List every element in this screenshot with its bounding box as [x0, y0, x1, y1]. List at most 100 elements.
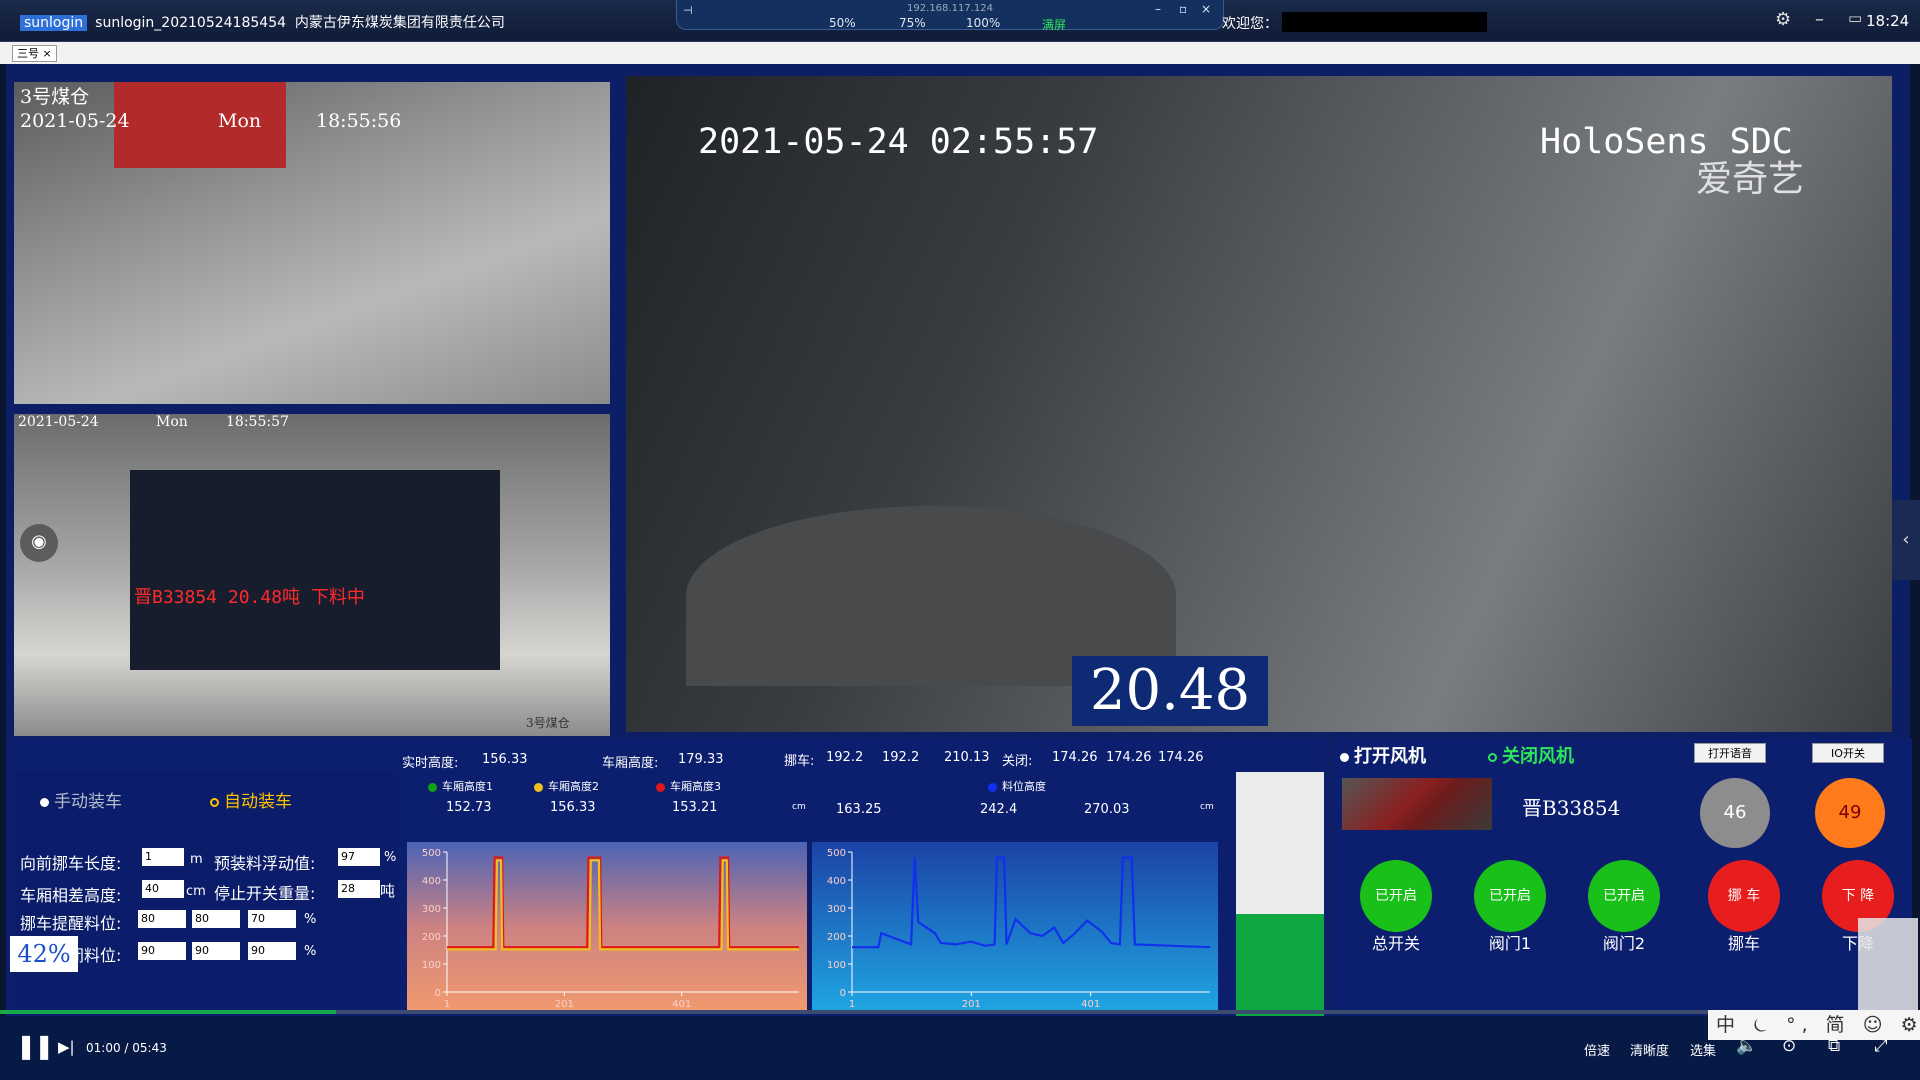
move-value-2: 192.2 — [882, 750, 920, 765]
camera-icon[interactable]: ◉ — [20, 524, 58, 562]
auto-mode-label: 自动装车 — [224, 792, 292, 812]
cam1-time: 18:55:56 — [316, 110, 402, 132]
unit-cm: cm — [186, 884, 206, 899]
camera-feed-1: 3号煤仓 2021-05-24 Mon 18:55:56 — [14, 82, 610, 404]
forward-move-input[interactable]: 1 — [142, 848, 184, 866]
move-alert-input-1[interactable]: 80 — [138, 910, 186, 928]
unit-percent: % — [304, 944, 317, 959]
legend-dot — [428, 782, 437, 792]
clock: 18:24 — [1866, 12, 1910, 30]
carriage-height-label: 车厢高度: — [602, 756, 659, 771]
fan-off-radio[interactable]: 关闭风机 — [1488, 742, 1574, 768]
legend-carriage-3-label: 车厢高度3 — [670, 780, 721, 793]
valve-close-input-2[interactable]: 90 — [192, 942, 240, 960]
y-tick-label: 500 — [422, 848, 441, 859]
move-value-3: 210.13 — [944, 750, 990, 765]
move-alert-input-3[interactable]: 70 — [248, 910, 296, 928]
float-value-label: 预装料浮动值: — [214, 854, 316, 873]
zoom-50[interactable]: 50% — [829, 16, 856, 30]
valve-close-input-3[interactable]: 90 — [248, 942, 296, 960]
valve-close-input-1[interactable]: 90 — [138, 942, 186, 960]
truck-thumbnail — [1342, 778, 1492, 830]
fan-on-label: 打开风机 — [1354, 746, 1426, 767]
material-1-value: 163.25 — [836, 802, 882, 817]
material-height-chart: 500 400 300 200 100 01 201 401 — [812, 842, 1218, 1012]
move-alert-label: 挪车提醒料位: — [20, 914, 122, 933]
valve-2-button[interactable]: 已开启 — [1588, 860, 1660, 932]
x-tick-label: 1 — [849, 999, 855, 1010]
window-title: sunlogin sunlogin_20210524185454 内蒙古伊东煤炭集… — [20, 12, 505, 32]
cam1-date: 2021-05-24 — [20, 110, 130, 132]
fan-off-label: 关闭风机 — [1502, 746, 1574, 767]
zoom-75[interactable]: 75% — [899, 16, 926, 30]
minimize-icon[interactable]: – — [1155, 2, 1161, 16]
cam3-datetime: 2021-05-24 02:55:57 — [698, 122, 1099, 162]
close-icon[interactable]: × — [1201, 2, 1211, 16]
main-switch-button[interactable]: 已开启 — [1360, 860, 1432, 932]
restore-icon[interactable]: ▫ — [1179, 2, 1187, 16]
weight-readout: 20.48 — [1072, 656, 1268, 726]
led-sign-text: 晋B33854 20.48吨 下料中 — [134, 587, 365, 608]
episodes-button[interactable]: 选集 — [1690, 1040, 1716, 1059]
manual-mode-label: 手动装车 — [54, 792, 122, 812]
voice-button[interactable]: 打开语音 — [1694, 743, 1766, 763]
move-alert-input-2[interactable]: 80 — [192, 910, 240, 928]
carriage-3-value: 153.21 — [672, 800, 718, 815]
move-truck-button[interactable]: 挪 车 — [1708, 860, 1780, 932]
x-tick-label: 201 — [555, 999, 574, 1010]
chart-background — [812, 842, 1218, 1012]
tab-3hao[interactable]: 三号 × — [12, 45, 57, 62]
level-indicator-2: 49 — [1815, 778, 1885, 848]
close-value-3: 174.26 — [1158, 750, 1204, 765]
cam2-corner-label: 3号煤仓 — [526, 716, 570, 730]
camera-feed-2: 晋B33854 20.48吨 下料中 2021-05-24 Mon 18:55:… — [14, 414, 610, 736]
zoom-100[interactable]: 100% — [966, 16, 1000, 30]
close-label: 关闭: — [1002, 754, 1033, 769]
radio-dot — [1340, 752, 1349, 762]
window-session-title: sunlogin_20210524185454 — [95, 15, 287, 31]
legend-carriage-1: 车厢高度1 — [428, 778, 493, 794]
camera-feed-3: 2021-05-24 02:55:57 HoloSens SDC 爱奇艺 — [626, 76, 1892, 732]
chart-background — [407, 842, 807, 1012]
stop-weight-input[interactable]: 28 — [338, 880, 380, 898]
close-icon[interactable]: × — [43, 47, 52, 60]
pause-icon[interactable]: ❚❚ — [16, 1032, 54, 1060]
y-tick-label: 300 — [827, 904, 846, 915]
radio-dot — [40, 798, 49, 807]
close-value-1: 174.26 — [1052, 750, 1098, 765]
chevron-left-icon[interactable]: ‹ — [1892, 500, 1920, 580]
fan-on-radio[interactable]: 打开风机 — [1340, 742, 1426, 768]
quality-button[interactable]: 清晰度 — [1630, 1040, 1669, 1059]
ime-toolbar[interactable]: 中 ⏾ °, 简 ☺ ⚙ — [1708, 1010, 1920, 1040]
legend-dot — [534, 782, 543, 792]
speed-button[interactable]: 倍速 — [1584, 1040, 1610, 1059]
iqiyi-watermark: 爱奇艺 — [1696, 159, 1805, 200]
realtime-height-label: 实时高度: — [402, 756, 459, 771]
next-icon[interactable]: ▶| — [58, 1038, 75, 1056]
progress-fill — [0, 1010, 336, 1014]
radio-dot — [210, 798, 219, 807]
valve-1-button[interactable]: 已开启 — [1474, 860, 1546, 932]
tab-bar: 三号 × — [0, 42, 1920, 64]
y-tick-label: 400 — [827, 876, 846, 887]
unit-ton: 吨 — [380, 882, 396, 900]
window-icon[interactable]: ▭ — [1848, 9, 1862, 27]
y-tick-label: 100 — [422, 960, 441, 971]
minimize-icon[interactable]: – — [1815, 9, 1824, 30]
y-tick-label: 500 — [827, 848, 846, 859]
manual-mode-radio[interactable]: 手动装车 — [40, 787, 122, 812]
app-name: sunlogin — [20, 15, 88, 31]
gear-icon[interactable]: ⚙ — [1775, 9, 1791, 30]
height-diff-input[interactable]: 40 — [142, 880, 184, 898]
remote-ip: 192.168.117.124 — [907, 3, 993, 14]
float-value-input[interactable]: 97 — [338, 848, 380, 866]
y-tick-label: 200 — [422, 932, 441, 943]
cam1-title: 3号煤仓 — [20, 86, 90, 108]
io-switch-button[interactable]: IO开关 — [1812, 743, 1884, 763]
pin-icon[interactable]: ⊣ — [683, 4, 693, 17]
zoom-full[interactable]: 满屏 — [1042, 16, 1066, 33]
legend-carriage-3: 车厢高度3 — [656, 778, 721, 794]
auto-mode-radio[interactable]: 自动装车 — [210, 787, 292, 812]
progress-bar[interactable] — [0, 1010, 1920, 1014]
x-tick-label: 1 — [444, 999, 450, 1010]
